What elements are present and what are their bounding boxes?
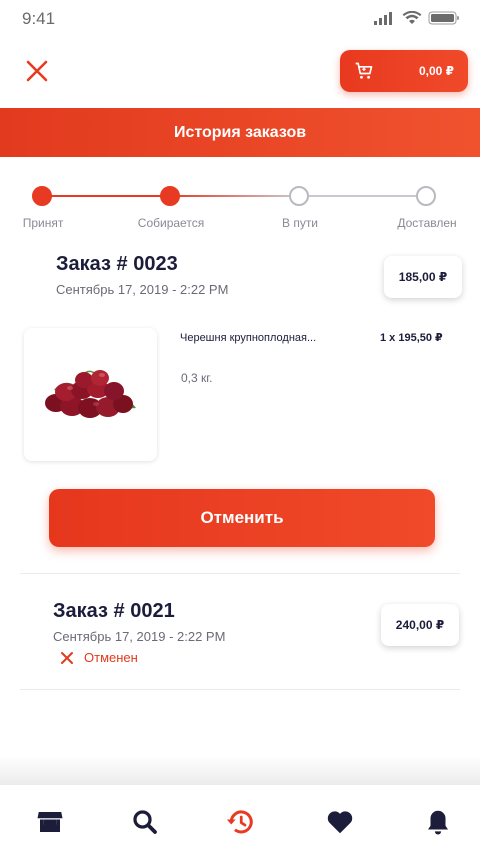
divider (20, 689, 460, 690)
order-title: Заказ # 0023 (56, 253, 178, 275)
progress-label-4: Доставлен (397, 216, 457, 230)
progress-label-2: Собирается (137, 216, 205, 230)
page-title-bar: История заказов (0, 108, 480, 157)
progress-line-2 (170, 195, 299, 197)
nav-store[interactable] (35, 807, 65, 837)
close-icon (61, 651, 73, 664)
nav-search[interactable] (130, 807, 160, 837)
cancel-order-button[interactable]: Отменить (49, 489, 435, 547)
product-weight: 0,3 кг. (181, 371, 213, 385)
page-title: История заказов (173, 123, 307, 141)
nav-notifications[interactable] (423, 807, 453, 837)
bottom-nav (0, 785, 480, 858)
battery-icon (428, 11, 459, 25)
divider (20, 573, 460, 574)
cart-button[interactable]: 0,00 ₽ (340, 50, 468, 92)
cherry-image (45, 370, 136, 418)
status-bar: 9:41 (0, 0, 480, 38)
heart-icon (327, 811, 353, 834)
order-title: Заказ # 0021 (53, 600, 175, 622)
product-name: Черешня крупноплодная... (180, 332, 317, 344)
close-button[interactable] (24, 58, 50, 84)
order-date: Сентябрь 17, 2019 - 2:22 PM (53, 629, 226, 644)
order-date: Сентябрь 17, 2019 - 2:22 PM (56, 282, 229, 297)
bell-icon (428, 810, 448, 835)
status-time: 9:41 (22, 9, 56, 28)
close-icon (26, 60, 48, 82)
progress-step-4 (416, 186, 436, 206)
progress-label-3: В пути (281, 216, 319, 230)
progress-line-3 (299, 195, 426, 197)
cart-total: 0,00 ₽ (418, 64, 454, 78)
product-quantity: 1 x 195,50 ₽ (380, 332, 443, 344)
top-bar: 0,00 ₽ (0, 48, 480, 96)
progress-step-3 (289, 186, 309, 206)
cart-icon (355, 62, 373, 79)
order-price-badge: 185,00 ₽ (384, 256, 462, 298)
order-progress: Принят Собирается В пути Доставлен (0, 180, 480, 236)
progress-step-2 (160, 186, 180, 206)
order-status-text: Отменен (84, 650, 138, 665)
nav-history[interactable] (225, 807, 255, 837)
status-icons (374, 11, 460, 25)
store-icon (37, 812, 63, 832)
nav-favorites[interactable] (325, 807, 355, 837)
progress-line-1 (42, 195, 170, 197)
search-icon (133, 810, 157, 834)
progress-step-1 (32, 186, 52, 206)
order-status: Отменен (60, 650, 138, 665)
wifi-icon (402, 11, 422, 24)
nav-shadow (0, 755, 480, 785)
history-icon (226, 810, 253, 834)
progress-label-1: Принят (22, 216, 64, 230)
signal-icon (374, 12, 392, 25)
product-image (24, 328, 157, 461)
order-price-badge: 240,00 ₽ (381, 604, 459, 646)
